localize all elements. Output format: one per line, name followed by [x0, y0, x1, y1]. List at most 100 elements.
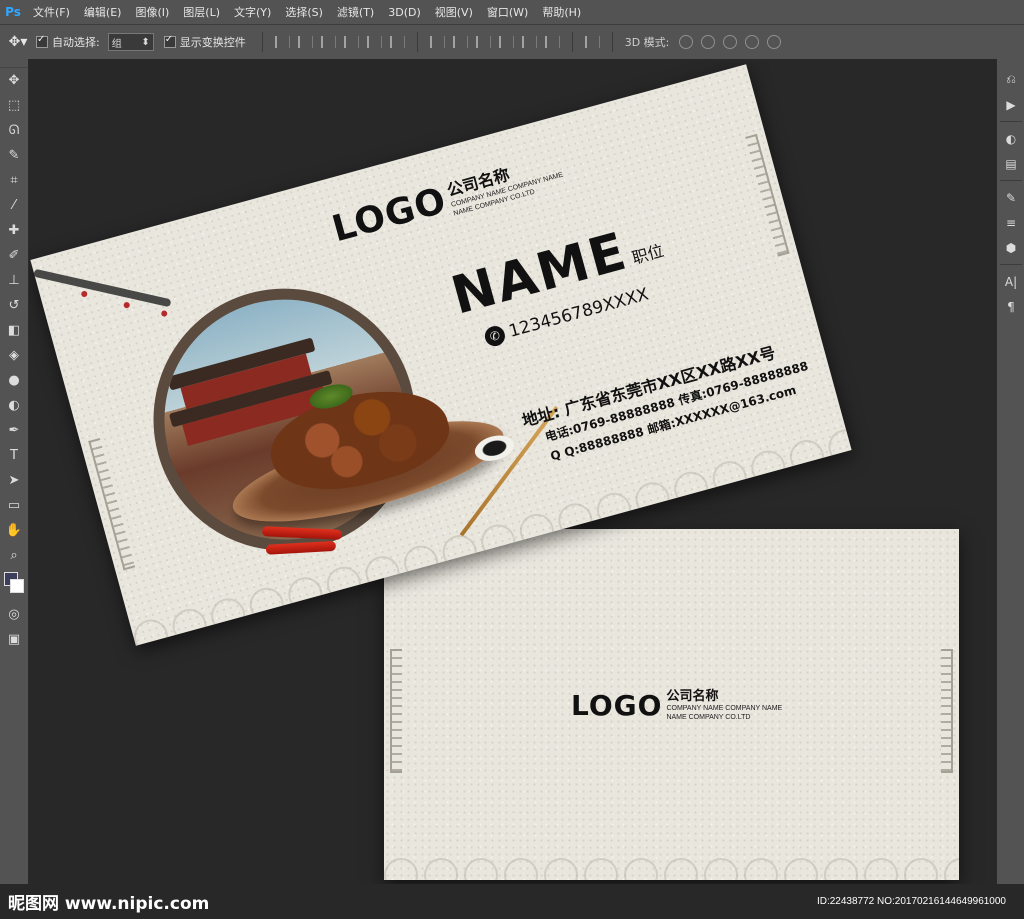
- back-company-en-1: COMPANY NAME COMPANY NAME: [666, 705, 783, 712]
- blur-tool-icon[interactable]: ●: [0, 368, 28, 393]
- healing-brush-tool-icon[interactable]: ✚: [0, 218, 28, 243]
- background-color-swatch[interactable]: [10, 579, 24, 593]
- 3d-panel-icon[interactable]: ⬢: [997, 235, 1024, 260]
- fret-border-right: [941, 649, 953, 773]
- screen-mode-icon[interactable]: ▣: [0, 627, 28, 652]
- eraser-tool-icon[interactable]: ◧: [0, 318, 28, 343]
- distribute-bottom-icon[interactable]: [475, 36, 491, 48]
- align-top-icon[interactable]: [274, 36, 290, 48]
- menu-select[interactable]: 选择(S): [278, 4, 330, 20]
- color-swatches[interactable]: [0, 568, 28, 602]
- align-vcenter-icon[interactable]: [297, 36, 313, 48]
- divider: [1000, 180, 1022, 181]
- menu-layer[interactable]: 图层(L): [176, 4, 227, 20]
- 3d-slide-icon[interactable]: [745, 35, 760, 49]
- rectangle-tool-icon[interactable]: ▭: [0, 493, 28, 518]
- menu-help[interactable]: 帮助(H): [535, 4, 588, 20]
- divider: [571, 32, 573, 52]
- menu-window[interactable]: 窗口(W): [480, 4, 535, 20]
- back-company-en-2: NAME COMPANY CO.LTD: [666, 714, 751, 721]
- distribute-right-icon[interactable]: [544, 36, 560, 48]
- lasso-tool-icon[interactable]: ᘏ: [0, 118, 28, 143]
- history-panel-icon[interactable]: ⎌: [997, 67, 1024, 92]
- actions-panel-icon[interactable]: ▶: [997, 92, 1024, 117]
- hand-tool-icon[interactable]: ✋: [0, 518, 28, 543]
- coin-pattern: [384, 850, 959, 880]
- brush-panel-icon[interactable]: ≡: [997, 210, 1024, 235]
- path-select-tool-icon[interactable]: ➤: [0, 468, 28, 493]
- quick-select-tool-icon[interactable]: ✎: [0, 143, 28, 168]
- menu-image[interactable]: 图像(I): [128, 4, 176, 20]
- menu-file[interactable]: 文件(F): [26, 4, 77, 20]
- align-bottom-icon[interactable]: [320, 36, 336, 48]
- menu-filter[interactable]: 滤镜(T): [330, 4, 381, 20]
- fret-border-right: [745, 133, 790, 257]
- zoom-tool-icon[interactable]: ⌕: [0, 543, 28, 568]
- panel-dock: ⎌ ▶ ◐ ▤ ✎ ≡ ⬢ A| ¶: [996, 59, 1024, 919]
- photoshop-logo[interactable]: Ps: [0, 0, 26, 24]
- distribute-vcenter-icon[interactable]: [452, 36, 468, 48]
- auto-select-value: 组: [111, 38, 122, 50]
- paragraph-panel-icon[interactable]: ¶: [997, 294, 1024, 319]
- pen-tool-icon[interactable]: ✒: [0, 418, 28, 443]
- quick-mask-icon[interactable]: ◎: [0, 602, 28, 627]
- type-tool-icon[interactable]: T: [0, 443, 28, 468]
- 3d-rotate-icon[interactable]: [679, 35, 694, 49]
- align-right-icon[interactable]: [389, 36, 405, 48]
- divider: [1000, 121, 1022, 122]
- distribute-hcenter-icon[interactable]: [521, 36, 537, 48]
- align-left-icon[interactable]: [343, 36, 359, 48]
- back-logo: LOGO: [571, 689, 663, 722]
- phone-icon: ✆: [482, 323, 508, 349]
- 3d-mode-label: 3D 模式:: [624, 36, 670, 49]
- distribute-left-icon[interactable]: [498, 36, 514, 48]
- plum-blossom: [80, 290, 88, 298]
- menu-bar: Ps 文件(F) 编辑(E) 图像(I) 图层(L) 文字(Y) 选择(S) 滤…: [0, 0, 1024, 24]
- menu-type[interactable]: 文字(Y): [227, 4, 278, 20]
- brush-presets-panel-icon[interactable]: ✎: [997, 185, 1024, 210]
- menu-view[interactable]: 视图(V): [428, 4, 480, 20]
- document-canvas[interactable]: LOGO 公司名称 COMPANY NAME COMPANY NAME NAME…: [29, 59, 996, 919]
- panel-grip[interactable]: [997, 59, 1024, 67]
- front-logo: LOGO: [327, 180, 452, 251]
- 3d-scale-icon[interactable]: [767, 35, 782, 49]
- nipic-watermark: 昵图网 www.nipic.com: [8, 894, 210, 914]
- divider: [1000, 264, 1022, 265]
- auto-select-dropdown[interactable]: 组 ⬍: [107, 33, 154, 51]
- paint-bucket-tool-icon[interactable]: ◈: [0, 343, 28, 368]
- character-panel-icon[interactable]: A|: [997, 269, 1024, 294]
- 3d-roll-icon[interactable]: [701, 35, 716, 49]
- watermark-strip: 昵图网 www.nipic.com ID:22438772 NO:2017021…: [0, 884, 1024, 919]
- move-tool-icon[interactable]: ✥: [0, 68, 28, 93]
- distribute-top-icon[interactable]: [429, 36, 445, 48]
- auto-select-label: 自动选择:: [52, 36, 100, 49]
- options-bar: ✥▾ 自动选择: 组 ⬍ 显示变换控件 3D 模式:: [0, 24, 1024, 60]
- brush-tool-icon[interactable]: ✐: [0, 243, 28, 268]
- crop-tool-icon[interactable]: ⌗: [0, 168, 28, 193]
- 3d-pan-icon[interactable]: [723, 35, 738, 49]
- dodge-tool-icon[interactable]: ◐: [0, 393, 28, 418]
- back-logo-block: LOGO 公司名称 COMPANY NAME COMPANY NAME NAME…: [571, 685, 782, 722]
- tools-panel: ✥ ⬚ ᘏ ✎ ⌗ ⁄ ✚ ✐ ⊥ ↺ ◧ ◈ ● ◐ ✒ T ➤ ▭ ✋ ⌕ …: [0, 59, 29, 919]
- adjustments-panel-icon[interactable]: ◐: [997, 126, 1024, 151]
- move-tool-preset-icon[interactable]: ✥▾: [0, 34, 36, 50]
- divider: [611, 32, 613, 52]
- align-hcenter-icon[interactable]: [366, 36, 382, 48]
- front-logo-block: LOGO 公司名称 COMPANY NAME COMPANY NAME NAME…: [328, 147, 567, 250]
- fret-border-left: [88, 437, 136, 571]
- eyedropper-tool-icon[interactable]: ⁄: [0, 193, 28, 218]
- menu-3d[interactable]: 3D(D): [381, 6, 428, 19]
- menu-edit[interactable]: 编辑(E): [77, 4, 129, 20]
- auto-align-icon[interactable]: [584, 36, 600, 48]
- job-title: 职位: [629, 240, 666, 268]
- marquee-tool-icon[interactable]: ⬚: [0, 93, 28, 118]
- show-transform-checkbox[interactable]: [163, 34, 176, 48]
- auto-select-checkbox[interactable]: [36, 34, 48, 48]
- clone-stamp-tool-icon[interactable]: ⊥: [0, 268, 28, 293]
- plum-blossom: [123, 301, 131, 309]
- properties-panel-icon[interactable]: ▤: [997, 151, 1024, 176]
- panel-grip[interactable]: [0, 59, 28, 68]
- history-brush-tool-icon[interactable]: ↺: [0, 293, 28, 318]
- show-transform-label: 显示变换控件: [179, 36, 246, 49]
- business-card-back: LOGO 公司名称 COMPANY NAME COMPANY NAME NAME…: [384, 529, 959, 880]
